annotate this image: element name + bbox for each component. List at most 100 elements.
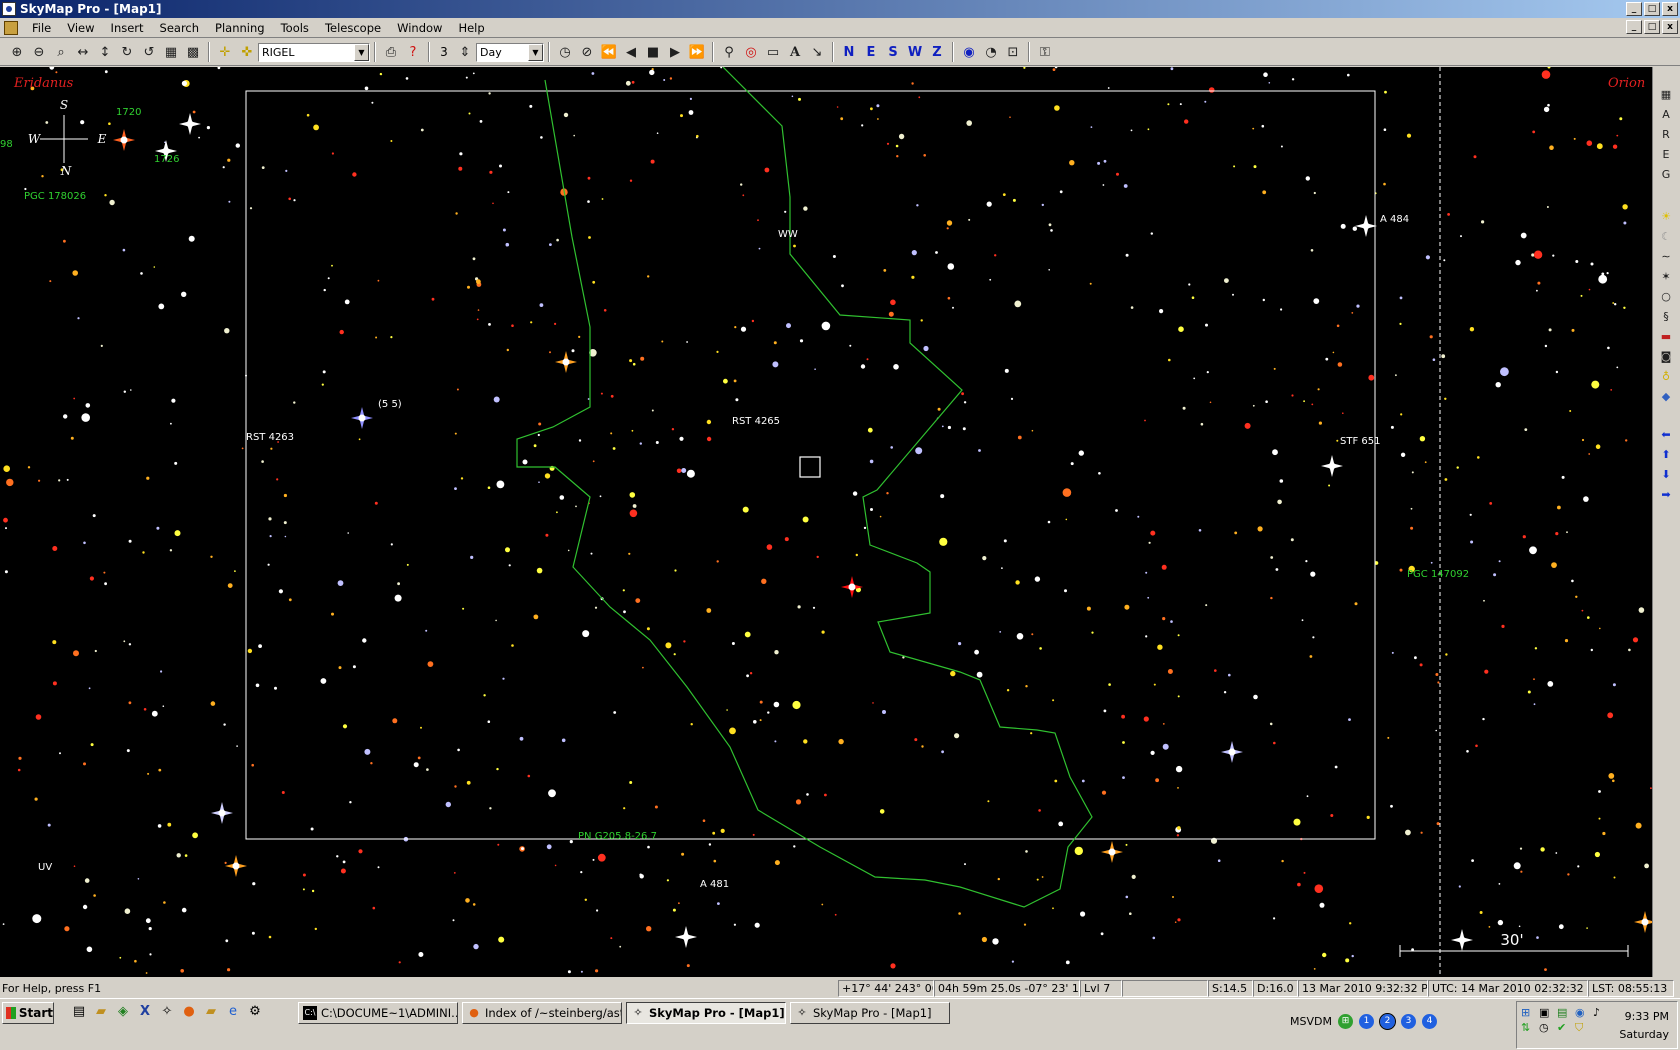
map-object-label[interactable]: UV bbox=[38, 862, 52, 873]
tray-security-icon[interactable]: ⛉ bbox=[1575, 1021, 1591, 1035]
map-object-label[interactable]: 1726 bbox=[154, 154, 179, 165]
grid-icon[interactable]: ▦ bbox=[160, 41, 182, 63]
tray-update-icon[interactable]: ◉ bbox=[1575, 1006, 1591, 1019]
menu-telescope[interactable]: Telescope bbox=[317, 21, 389, 35]
tray-clock-icon[interactable]: ◷ bbox=[1539, 1021, 1555, 1035]
task-firefox[interactable]: ● Index of /~steinberg/ast... bbox=[462, 1002, 622, 1024]
direction-n-button[interactable]: N bbox=[838, 41, 860, 63]
menu-view[interactable]: View bbox=[59, 21, 102, 35]
tray-shield-icon[interactable]: ✔ bbox=[1557, 1021, 1573, 1035]
quicklaunch-app-icon[interactable]: ◈ bbox=[114, 1004, 132, 1022]
mdi-restore-button[interactable]: □ bbox=[1644, 20, 1660, 34]
desktop-4-button[interactable]: 4 bbox=[1421, 1014, 1437, 1029]
map-object-label[interactable]: (5 5) bbox=[378, 399, 402, 410]
task-skymap-active[interactable]: ✧ SkyMap Pro - [Map1] bbox=[626, 1002, 786, 1024]
compass-icon[interactable]: ◔ bbox=[980, 41, 1002, 63]
map-object-label[interactable]: WW bbox=[778, 229, 798, 240]
task-skymap[interactable]: ✧ SkyMap Pro - [Map1] bbox=[790, 1002, 950, 1024]
label-r-icon[interactable]: R bbox=[1657, 127, 1675, 143]
close-button[interactable]: x bbox=[1662, 2, 1678, 16]
camera-icon[interactable]: ◙ bbox=[1657, 349, 1675, 365]
quicklaunch-ie-icon[interactable]: e bbox=[224, 1004, 242, 1022]
magnifier-icon[interactable]: ⊡ bbox=[1002, 41, 1024, 63]
desktop-1-button[interactable]: 1 bbox=[1358, 1014, 1374, 1029]
label-g-icon[interactable]: G bbox=[1657, 167, 1675, 183]
map-object-label[interactable]: PGC 147092 bbox=[1407, 569, 1469, 580]
asteroid-icon[interactable]: ✶ bbox=[1657, 269, 1675, 285]
briefcase-icon[interactable]: ▬ bbox=[1657, 329, 1675, 345]
table-icon[interactable]: ▦ bbox=[1657, 87, 1675, 103]
volume-icon[interactable]: ♪ bbox=[1593, 1006, 1609, 1019]
tray-arrow-icon[interactable]: ⇅ bbox=[1521, 1021, 1537, 1035]
menu-file[interactable]: File bbox=[24, 21, 59, 35]
quicklaunch-desktop-icon[interactable]: ▤ bbox=[70, 1004, 88, 1022]
moon-icon[interactable]: ☾ bbox=[1657, 229, 1675, 245]
step-forward-icon[interactable]: ▶ bbox=[664, 41, 686, 63]
bulb-icon[interactable]: ♁ bbox=[1657, 369, 1675, 385]
quicklaunch-skymap-icon[interactable]: ✧ bbox=[158, 1004, 176, 1022]
vdm-grid-icon[interactable]: ⊞ bbox=[1337, 1014, 1353, 1029]
map-object-label[interactable]: STF 651 bbox=[1340, 436, 1380, 447]
label-e-icon[interactable]: E bbox=[1657, 147, 1675, 163]
selection-cursor[interactable] bbox=[799, 456, 821, 478]
monitor-icon[interactable]: ▣ bbox=[1539, 1006, 1555, 1019]
telescope-icon[interactable]: ⚲ bbox=[718, 41, 740, 63]
desktop-3-button[interactable]: 3 bbox=[1400, 1014, 1416, 1029]
map-object-label[interactable]: RST 4263 bbox=[246, 432, 294, 443]
menu-help[interactable]: Help bbox=[450, 21, 492, 35]
stop-icon[interactable]: ■ bbox=[642, 41, 664, 63]
mdi-minimize-button[interactable]: _ bbox=[1626, 20, 1642, 34]
document-icon[interactable] bbox=[4, 20, 18, 35]
menu-window[interactable]: Window bbox=[389, 21, 450, 35]
direction-w-button[interactable]: W bbox=[904, 41, 926, 63]
globe-icon[interactable]: ◉ bbox=[958, 41, 980, 63]
link-icon[interactable]: ⊘ bbox=[576, 41, 598, 63]
step-back-icon[interactable]: ◀ bbox=[620, 41, 642, 63]
fast-rewind-icon[interactable]: ⏪ bbox=[598, 41, 620, 63]
clock-icon[interactable]: ◷ bbox=[554, 41, 576, 63]
text-tool-icon[interactable]: A bbox=[784, 41, 806, 63]
network-icon[interactable]: ⊞ bbox=[1521, 1006, 1537, 1019]
zoom-in-icon[interactable]: ⊕ bbox=[6, 41, 28, 63]
rotate-right-icon[interactable]: ↻ bbox=[116, 41, 138, 63]
task-cmd[interactable]: C:\ C:\DOCUME~1\ADMINI... bbox=[298, 1002, 458, 1024]
label-a-icon[interactable]: A bbox=[1657, 107, 1675, 123]
help-query-icon[interactable]: ? bbox=[402, 41, 424, 63]
key-icon[interactable]: ⚿ bbox=[1034, 41, 1056, 63]
quicklaunch-folder-icon[interactable]: ▰ bbox=[92, 1004, 110, 1022]
zoom-out-icon[interactable]: ⊖ bbox=[28, 41, 50, 63]
direction-s-button[interactable]: S bbox=[882, 41, 904, 63]
map-object-label[interactable]: 98 bbox=[0, 139, 13, 150]
clock[interactable]: 9:33 PM Saturday bbox=[1619, 1008, 1669, 1044]
print-icon[interactable]: ⎙ bbox=[380, 41, 402, 63]
quicklaunch-explorer-icon[interactable]: ▰ bbox=[202, 1004, 220, 1022]
chevron-down-icon[interactable]: ▼ bbox=[354, 43, 369, 61]
arrow-right-icon[interactable]: ➡ bbox=[1657, 487, 1675, 503]
sky-map[interactable]: S N W E Eridanus Orion 1720 1726 PGC 17802… bbox=[0, 67, 1652, 977]
arrow-left-icon[interactable]: ⬅ bbox=[1657, 427, 1675, 443]
center-object-icon[interactable]: ✛ bbox=[214, 41, 236, 63]
map-object-label[interactable]: PGC 178026 bbox=[24, 191, 86, 202]
zoom-window-icon[interactable]: ⌕ bbox=[50, 41, 72, 63]
menu-planning[interactable]: Planning bbox=[207, 21, 273, 35]
object-combo[interactable]: RIGEL ▼ bbox=[258, 42, 370, 62]
quicklaunch-firefox-icon[interactable]: ● bbox=[180, 1004, 198, 1022]
start-button[interactable]: Start bbox=[2, 1002, 54, 1024]
pan-vertical-icon[interactable]: ↕ bbox=[94, 41, 116, 63]
fast-forward-icon[interactable]: ⏩ bbox=[686, 41, 708, 63]
line-tool-icon[interactable]: ↘ bbox=[806, 41, 828, 63]
chevron-down-icon[interactable]: ▼ bbox=[528, 43, 543, 61]
mdi-close-button[interactable]: x bbox=[1662, 20, 1678, 34]
step-spinner-icon[interactable]: ⇕ bbox=[454, 41, 476, 63]
map-object-label[interactable]: RST 4265 bbox=[732, 416, 780, 427]
quicklaunch-excel-icon[interactable]: X bbox=[136, 1004, 154, 1022]
map-object-label[interactable]: A 481 bbox=[700, 879, 729, 890]
menu-insert[interactable]: Insert bbox=[103, 21, 152, 35]
map-object-label[interactable]: PN G205.8-26.7 bbox=[578, 831, 657, 842]
sky-map-canvas[interactable]: S N W E Eridanus Orion 1720 1726 PGC 17802… bbox=[0, 67, 1652, 977]
planet-icon[interactable]: ○ bbox=[1657, 289, 1675, 305]
target-icon[interactable]: ◎ bbox=[740, 41, 762, 63]
chart-grid-icon[interactable]: ▩ bbox=[182, 41, 204, 63]
quicklaunch-tool-icon[interactable]: ⚙ bbox=[246, 1004, 264, 1022]
step-unit-combo[interactable]: Day ▼ bbox=[476, 42, 544, 62]
